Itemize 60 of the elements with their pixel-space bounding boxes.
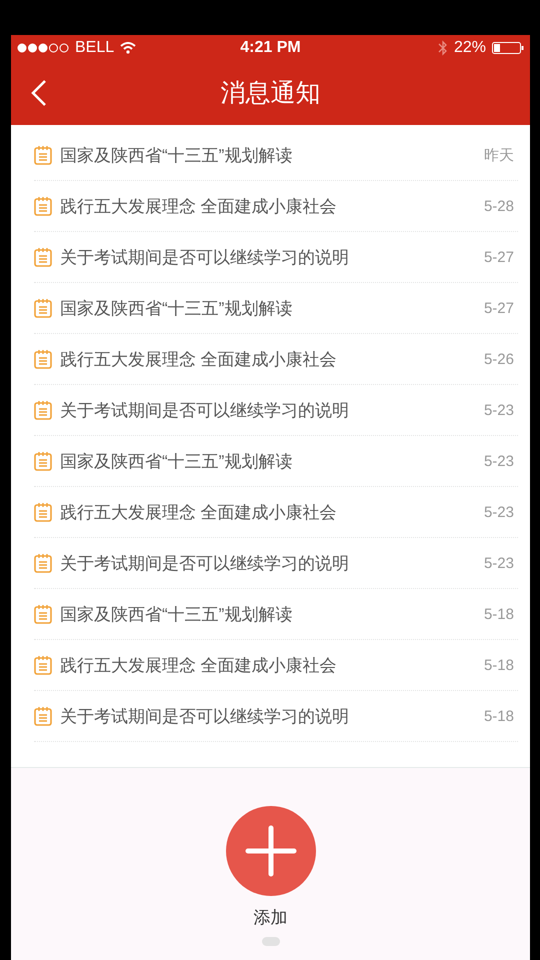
notification-title: 践行五大发展理念 全面建成小康社会 [60,348,338,370]
notepad-icon [34,400,52,420]
notepad-icon [34,349,52,369]
notification-date: 5-23 [484,554,514,572]
notification-date: 5-18 [484,606,514,622]
notepad-icon [34,706,52,726]
notepad-icon [34,298,52,318]
back-icon[interactable] [31,80,47,106]
notification-title: 关于考试期间是否可以继续学习的说明 [60,400,350,422]
notification-title: 关于考试期间是否可以继续学习的说明 [60,246,350,268]
notification-date: 5-27 [484,248,514,266]
notification-item[interactable]: 践行五大发展理念 全面建成小康社会 5-18 [34,640,518,691]
notification-date: 5-23 [484,504,514,520]
notification-item[interactable]: 践行五大发展理念 全面建成小康社会 5-23 [34,487,518,538]
notification-title: 国家及陕西省“十三五”规划解读 [60,298,294,320]
notification-title: 践行五大发展理念 全面建成小康社会 [60,196,338,218]
notification-item[interactable]: 践行五大发展理念 全面建成小康社会 5-28 [34,181,518,232]
notification-date: 5-23 [484,402,514,418]
notification-item[interactable]: 国家及陕西省“十三五”规划解读 5-18 [34,589,518,640]
notification-date: 5-18 [484,656,514,674]
add-label: 添加 [254,907,288,929]
notepad-icon [34,604,52,624]
notification-item[interactable]: 国家及陕西省“十三五”规划解读 5-27 [34,283,518,334]
notepad-icon [34,145,52,165]
carrier-name: BELL [75,38,114,56]
notification-item[interactable]: 国家及陕西省“十三五”规划解读 5-23 [34,436,518,487]
notification-date: 5-28 [484,198,514,214]
notification-item[interactable]: 关于考试期间是否可以继续学习的说明 5-18 [34,691,518,742]
notification-date: 昨天 [484,146,514,164]
page-title: 消息通知 [220,78,320,109]
notification-title: 国家及陕西省“十三五”规划解读 [60,450,294,472]
notification-date: 5-27 [484,300,514,316]
status-time: 4:21 PM [240,38,301,56]
notification-item[interactable]: 关于考试期间是否可以继续学习的说明 5-27 [34,232,518,283]
notepad-icon [34,502,52,522]
notepad-icon [34,451,52,471]
notification-item[interactable]: 践行五大发展理念 全面建成小康社会 5-26 [34,334,518,385]
page-indicator [262,937,280,946]
notepad-icon [34,247,52,267]
notification-title: 关于考试期间是否可以继续学习的说明 [60,706,350,728]
notification-title: 关于考试期间是否可以继续学习的说明 [60,552,350,574]
notification-date: 5-26 [484,350,514,368]
plus-icon [244,825,296,877]
notification-title: 践行五大发展理念 全面建成小康社会 [60,502,338,524]
notification-title: 国家及陕西省“十三五”规划解读 [60,144,294,166]
notification-date: 5-18 [484,708,514,724]
notification-title: 国家及陕西省“十三五”规划解读 [60,604,294,626]
notification-item[interactable]: 关于考试期间是否可以继续学习的说明 5-23 [34,538,518,589]
battery-percent: 22% [454,38,486,56]
notification-title: 践行五大发展理念 全面建成小康社会 [60,654,338,676]
wifi-icon [120,42,136,54]
bluetooth-icon [438,40,448,56]
battery-icon [492,40,524,54]
notepad-icon [34,655,52,675]
notepad-icon [34,553,52,573]
signal-icon [17,42,69,52]
notification-date: 5-23 [484,452,514,470]
notification-item[interactable]: 关于考试期间是否可以继续学习的说明 5-23 [34,385,518,436]
notification-item[interactable]: 国家及陕西省“十三五”规划解读 昨天 [34,130,518,181]
notepad-icon [34,196,52,216]
